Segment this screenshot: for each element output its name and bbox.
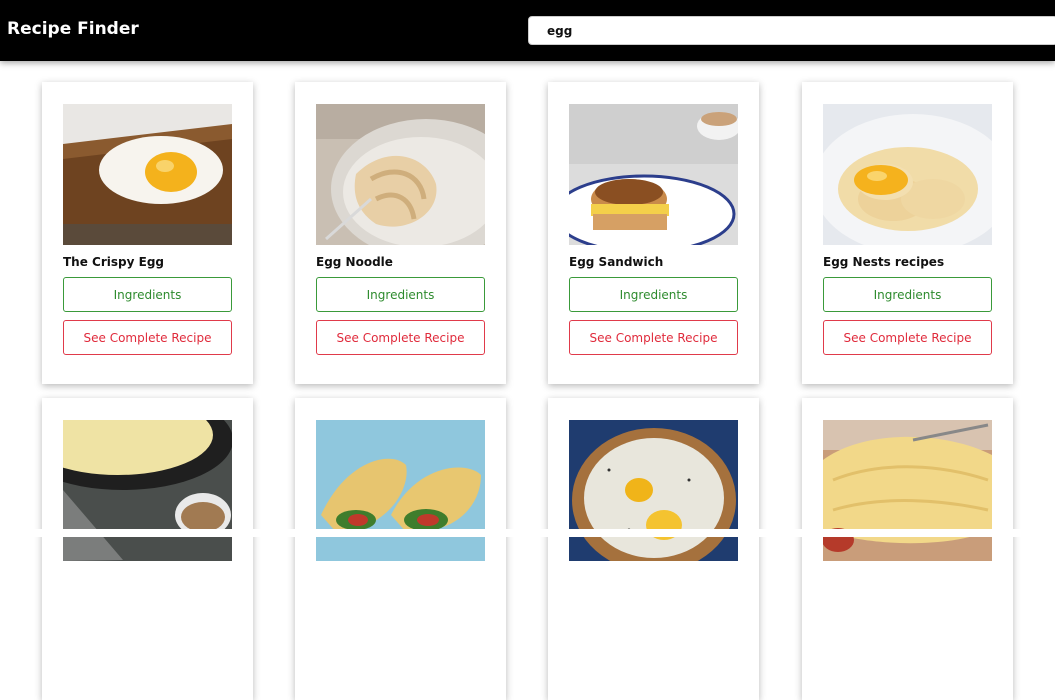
ingredients-button[interactable]: Ingredients bbox=[316, 277, 485, 312]
recipe-card bbox=[42, 398, 253, 700]
recipe-image[interactable] bbox=[569, 104, 738, 245]
recipe-image[interactable] bbox=[63, 420, 232, 561]
recipe-image[interactable] bbox=[316, 420, 485, 561]
app-title: Recipe Finder bbox=[7, 19, 139, 39]
ingredients-button[interactable]: Ingredients bbox=[63, 277, 232, 312]
see-complete-recipe-button[interactable]: See Complete Recipe bbox=[316, 320, 485, 355]
recipe-card: Egg Noodle Ingredients See Complete Reci… bbox=[295, 82, 506, 384]
see-complete-recipe-button[interactable]: See Complete Recipe bbox=[569, 320, 738, 355]
search-input[interactable] bbox=[528, 16, 1055, 45]
ingredients-button[interactable]: Ingredients bbox=[569, 277, 738, 312]
recipe-image[interactable] bbox=[316, 104, 485, 245]
recipe-card: Egg Nests recipes Ingredients See Comple… bbox=[802, 82, 1013, 384]
see-complete-recipe-button[interactable]: See Complete Recipe bbox=[823, 320, 992, 355]
recipe-title: The Crispy Egg bbox=[63, 255, 164, 269]
top-navbar: Recipe Finder bbox=[0, 0, 1055, 61]
recipe-image[interactable] bbox=[63, 104, 232, 245]
recipe-title: Egg Noodle bbox=[316, 255, 393, 269]
recipe-title: Egg Sandwich bbox=[569, 255, 664, 269]
recipe-card bbox=[802, 398, 1013, 700]
recipe-image[interactable] bbox=[823, 420, 992, 561]
recipe-card bbox=[548, 398, 759, 700]
recipe-image[interactable] bbox=[569, 420, 738, 561]
recipe-image[interactable] bbox=[823, 104, 992, 245]
recipe-card: Egg Sandwich Ingredients See Complete Re… bbox=[548, 82, 759, 384]
recipe-card: The Crispy Egg Ingredients See Complete … bbox=[42, 82, 253, 384]
recipe-title: Egg Nests recipes bbox=[823, 255, 945, 269]
ingredients-button[interactable]: Ingredients bbox=[823, 277, 992, 312]
see-complete-recipe-button[interactable]: See Complete Recipe bbox=[63, 320, 232, 355]
recipe-card bbox=[295, 398, 506, 700]
page-bottom-edge bbox=[0, 529, 1055, 537]
